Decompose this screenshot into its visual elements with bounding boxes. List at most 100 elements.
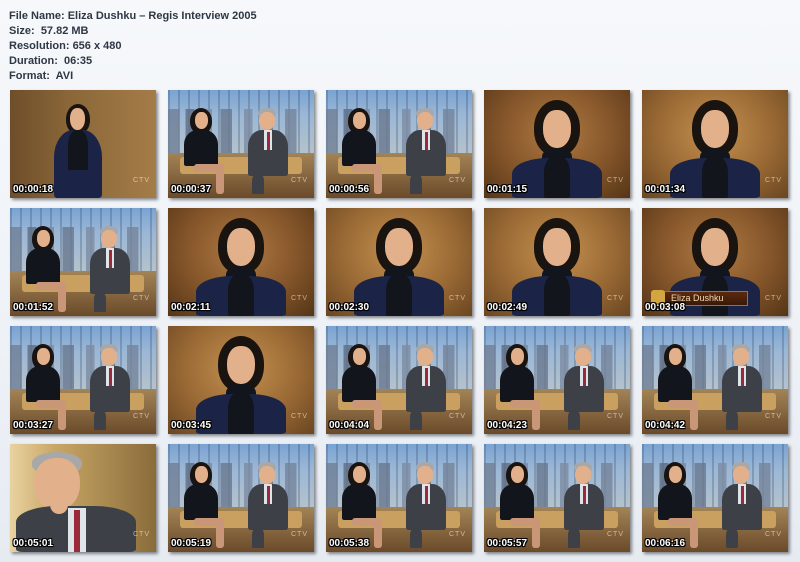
host-legs <box>410 410 422 430</box>
host-tie <box>109 250 112 268</box>
video-thumbnail[interactable]: CTV 00:05:01 <box>10 444 156 552</box>
guest-face <box>669 348 682 365</box>
thumbnail-frame: CTV <box>168 90 314 198</box>
resolution-row: Resolution: 656 x 480 <box>9 39 257 54</box>
guest-face <box>195 466 208 483</box>
host-legs <box>252 528 264 548</box>
host-legs <box>94 292 106 312</box>
channel-logo: CTV <box>607 295 624 302</box>
channel-logo: CTV <box>449 531 466 538</box>
guest-sweater <box>68 130 88 170</box>
video-thumbnail[interactable]: CTV 00:02:30 <box>326 208 472 316</box>
guest-body <box>342 366 376 402</box>
video-thumbnail[interactable]: CTV 00:03:45 <box>168 326 314 434</box>
channel-logo: CTV <box>291 177 308 184</box>
host-legs <box>252 174 264 194</box>
guest-face <box>353 112 366 129</box>
thumbnail-frame: CTV <box>326 90 472 198</box>
file-name-value: Eliza Dushku – Regis Interview 2005 <box>67 10 257 22</box>
thumbnail-frame: CTV <box>326 208 472 316</box>
channel-logo: CTV <box>291 531 308 538</box>
video-thumbnail[interactable]: CTV 00:00:37 <box>168 90 314 198</box>
file-size-row: Size: 57.82 MB <box>9 24 257 39</box>
video-thumbnail[interactable]: CTV 00:02:49 <box>484 208 630 316</box>
host-tie <box>583 486 586 504</box>
video-thumbnail[interactable]: CTV 00:03:27 <box>10 326 156 434</box>
host-tie <box>74 510 80 552</box>
host-tie <box>267 486 270 504</box>
video-thumbnail[interactable]: CTV 00:04:23 <box>484 326 630 434</box>
channel-logo: CTV <box>133 295 150 302</box>
guest-shin <box>690 522 698 548</box>
host-face <box>417 112 433 130</box>
video-thumbnail[interactable]: CTV 00:06:16 <box>642 444 788 552</box>
video-thumbnail[interactable]: Eliza Dushku CTV 00:03:08 <box>642 208 788 316</box>
video-thumbnail[interactable]: CTV 00:02:11 <box>168 208 314 316</box>
video-thumbnail[interactable]: CTV 00:05:38 <box>326 444 472 552</box>
guest-body <box>342 484 376 520</box>
guest-body <box>184 484 218 520</box>
video-thumbnail[interactable]: CTV 00:00:18 <box>10 90 156 198</box>
channel-logo: CTV <box>765 531 782 538</box>
thumbnail-frame: CTV <box>642 444 788 552</box>
host-face <box>575 348 591 366</box>
video-thumbnail[interactable]: CTV 00:05:57 <box>484 444 630 552</box>
guest-face <box>543 110 571 148</box>
format-value: AVI <box>55 70 74 82</box>
thumbnail-frame: CTV <box>484 444 630 552</box>
video-thumbnail[interactable]: CTV 00:05:19 <box>168 444 314 552</box>
guest-face <box>37 348 50 365</box>
host-legs <box>726 410 738 430</box>
thumbnail-frame: CTV <box>10 326 156 434</box>
video-thumbnail[interactable]: CTV 00:01:34 <box>642 90 788 198</box>
guest-face <box>669 466 682 483</box>
channel-logo: CTV <box>607 413 624 420</box>
channel-logo: CTV <box>291 413 308 420</box>
duration-label: Duration: <box>9 55 58 67</box>
guest-face <box>511 348 524 365</box>
video-thumbnail[interactable]: CTV 00:01:52 <box>10 208 156 316</box>
video-thumbnail[interactable]: CTV 00:04:04 <box>326 326 472 434</box>
guest-body <box>26 248 60 284</box>
thumbnail-frame: CTV <box>10 444 156 552</box>
thumbnail-frame: CTV <box>168 444 314 552</box>
guest-face <box>701 110 729 148</box>
host-legs <box>726 528 738 548</box>
thumbnail-frame: CTV <box>10 208 156 316</box>
guest-face <box>353 466 366 483</box>
thumbnail-timestamp: 00:04:42 <box>645 420 686 431</box>
host-face <box>575 466 591 484</box>
guest-body <box>26 366 60 402</box>
thumbnail-timestamp: 00:02:11 <box>171 302 211 313</box>
guest-shin <box>690 404 698 430</box>
thumbnail-timestamp: 00:00:37 <box>171 184 212 195</box>
video-thumbnail[interactable]: CTV 00:04:42 <box>642 326 788 434</box>
thumbnail-timestamp: 00:04:04 <box>329 420 370 431</box>
guest-shin <box>58 286 66 312</box>
guest-body <box>500 484 534 520</box>
guest-face <box>227 228 255 266</box>
thumbnail-frame: CTV <box>326 326 472 434</box>
channel-logo: CTV <box>765 295 782 302</box>
thumbnail-timestamp: 00:00:18 <box>13 184 54 195</box>
duration-value: 06:35 <box>64 55 93 67</box>
guest-face <box>385 228 413 266</box>
thumbnail-frame: CTV <box>326 444 472 552</box>
file-name-label: File Name: <box>9 10 65 22</box>
host-legs <box>410 174 422 194</box>
host-tie <box>583 368 586 386</box>
guest-body <box>658 484 692 520</box>
thumbnail-frame: CTV <box>10 90 156 198</box>
guest-sweater <box>544 274 570 316</box>
host-face <box>259 466 275 484</box>
thumbnail-frame: CTV <box>168 326 314 434</box>
thumbnail-timestamp: 00:01:15 <box>487 184 528 195</box>
guest-face <box>195 112 208 129</box>
thumbnail-timestamp: 00:03:45 <box>171 420 212 431</box>
thumbnail-frame: CTV <box>168 208 314 316</box>
host-legs <box>568 528 580 548</box>
host-tie <box>741 368 744 386</box>
video-thumbnail[interactable]: CTV 00:00:56 <box>326 90 472 198</box>
video-thumbnail[interactable]: CTV 00:01:15 <box>484 90 630 198</box>
host-tie <box>741 486 744 504</box>
